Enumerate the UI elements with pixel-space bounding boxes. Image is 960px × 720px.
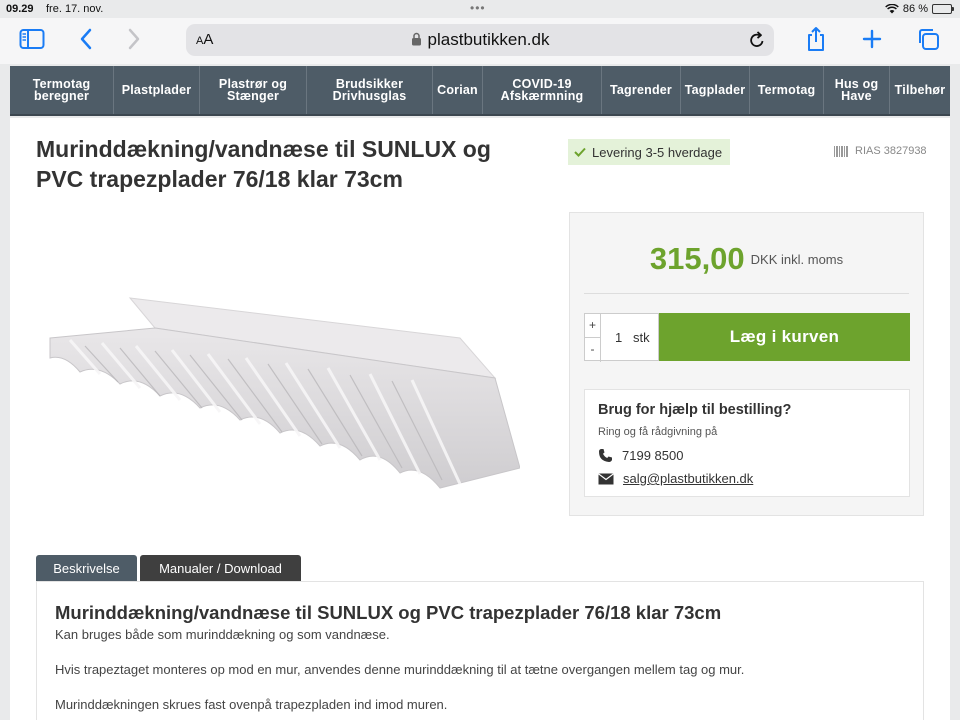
quantity-stepper[interactable]: + - 1 stk — [584, 313, 659, 362]
nav-item-tagrender[interactable]: Tagrender — [602, 66, 681, 114]
tabs-overview-icon[interactable] — [912, 24, 944, 54]
product-price: 315,00 — [649, 241, 745, 276]
description-paragraph: Hvis trapeztaget monteres op mod en mur,… — [55, 662, 745, 677]
nav-item-corian[interactable]: Corian — [433, 66, 483, 114]
product-image[interactable] — [40, 288, 520, 498]
status-time: 09.29 — [6, 3, 34, 15]
quantity-value[interactable]: 1 — [615, 330, 622, 345]
product-sku: RIAS 3827938 — [834, 145, 927, 157]
battery-percent: 86 % — [902, 3, 928, 15]
price-unit: DKK inkl. moms — [750, 251, 844, 267]
tab-manualer-download[interactable]: Manualer / Download — [140, 555, 301, 582]
help-email-link[interactable]: salg@plastbutikken.dk — [623, 471, 753, 486]
share-icon[interactable] — [800, 24, 832, 54]
reload-icon[interactable] — [748, 30, 766, 54]
nav-item-plastplader[interactable]: Plastplader — [114, 66, 200, 114]
address-bar[interactable]: AA plastbutikken.dk — [186, 24, 774, 56]
barcode-icon — [834, 145, 849, 157]
envelope-icon — [598, 472, 614, 484]
new-tab-icon[interactable] — [856, 24, 888, 54]
status-date: fre. 17. nov. — [46, 3, 104, 15]
browser-toolbar: AA plastbutikken.dk — [0, 18, 960, 64]
nav-item-tilbehor[interactable]: Tilbehør — [890, 66, 950, 114]
forward-icon[interactable] — [118, 24, 150, 54]
delivery-badge: Levering 3-5 hverdage — [568, 139, 731, 165]
quantity-increase-button[interactable]: + — [585, 314, 601, 338]
delivery-text: Levering 3-5 hverdage — [592, 144, 723, 160]
battery-icon — [932, 4, 954, 14]
url-text: plastbutikken.dk — [427, 30, 550, 49]
quantity-decrease-button[interactable]: - — [585, 338, 601, 362]
description-paragraph: Murinddækningen skrues fast ovenpå trape… — [55, 697, 448, 712]
nav-item-tagplader[interactable]: Tagplader — [681, 66, 750, 114]
description-panel: Murinddækning/vandnæse til SUNLUX og PVC… — [36, 581, 924, 720]
nav-item-hus-og-have[interactable]: Hus og Have — [824, 66, 890, 114]
checkmark-icon — [574, 147, 586, 157]
nav-item-drivhusglas[interactable]: Brudsikker Drivhusglas — [307, 66, 433, 114]
description-paragraph: Kan bruges både som murinddækning og som… — [55, 627, 390, 642]
nav-item-termotag-beregner[interactable]: Termotag beregner — [10, 66, 114, 114]
help-phone[interactable]: 7199 8500 — [622, 448, 683, 463]
lock-icon — [411, 32, 421, 46]
buy-box: 315,00 DKK inkl. moms + - 1 stk Læg i kur… — [569, 212, 924, 516]
tab-beskrivelse[interactable]: Beskrivelse — [36, 555, 137, 582]
quantity-unit: stk — [633, 330, 650, 345]
ios-status-bar: 09.29 fre. 17. nov. ••• 86 % — [0, 0, 960, 18]
sku-text: RIAS 3827938 — [855, 145, 927, 157]
nav-item-plastror[interactable]: Plastrør og Stænger — [200, 66, 307, 114]
add-to-cart-button[interactable]: Læg i kurven — [659, 313, 910, 361]
product-page: Murinddækning/vandnæse til SUNLUX og PVC… — [10, 118, 950, 720]
back-icon[interactable] — [70, 24, 102, 54]
nav-item-termotag[interactable]: Termotag — [750, 66, 824, 114]
phone-icon — [599, 449, 612, 462]
divider — [584, 293, 909, 294]
wifi-icon — [885, 4, 899, 14]
multitasking-dots-icon[interactable]: ••• — [470, 1, 486, 15]
help-subtitle: Ring og få rådgivning på — [598, 426, 718, 438]
help-box: Brug for hjælp til bestilling? Ring og f… — [584, 389, 910, 497]
main-navigation: Termotag beregner Plastplader Plastrør o… — [10, 66, 950, 116]
help-title: Brug for hjælp til bestilling? — [598, 402, 792, 418]
nav-item-covid[interactable]: COVID-19 Afskærmning — [483, 66, 602, 114]
sidebar-icon[interactable] — [16, 24, 48, 54]
product-title: Murinddækning/vandnæse til SUNLUX og PVC… — [36, 136, 491, 192]
description-title: Murinddækning/vandnæse til SUNLUX og PVC… — [55, 602, 722, 623]
